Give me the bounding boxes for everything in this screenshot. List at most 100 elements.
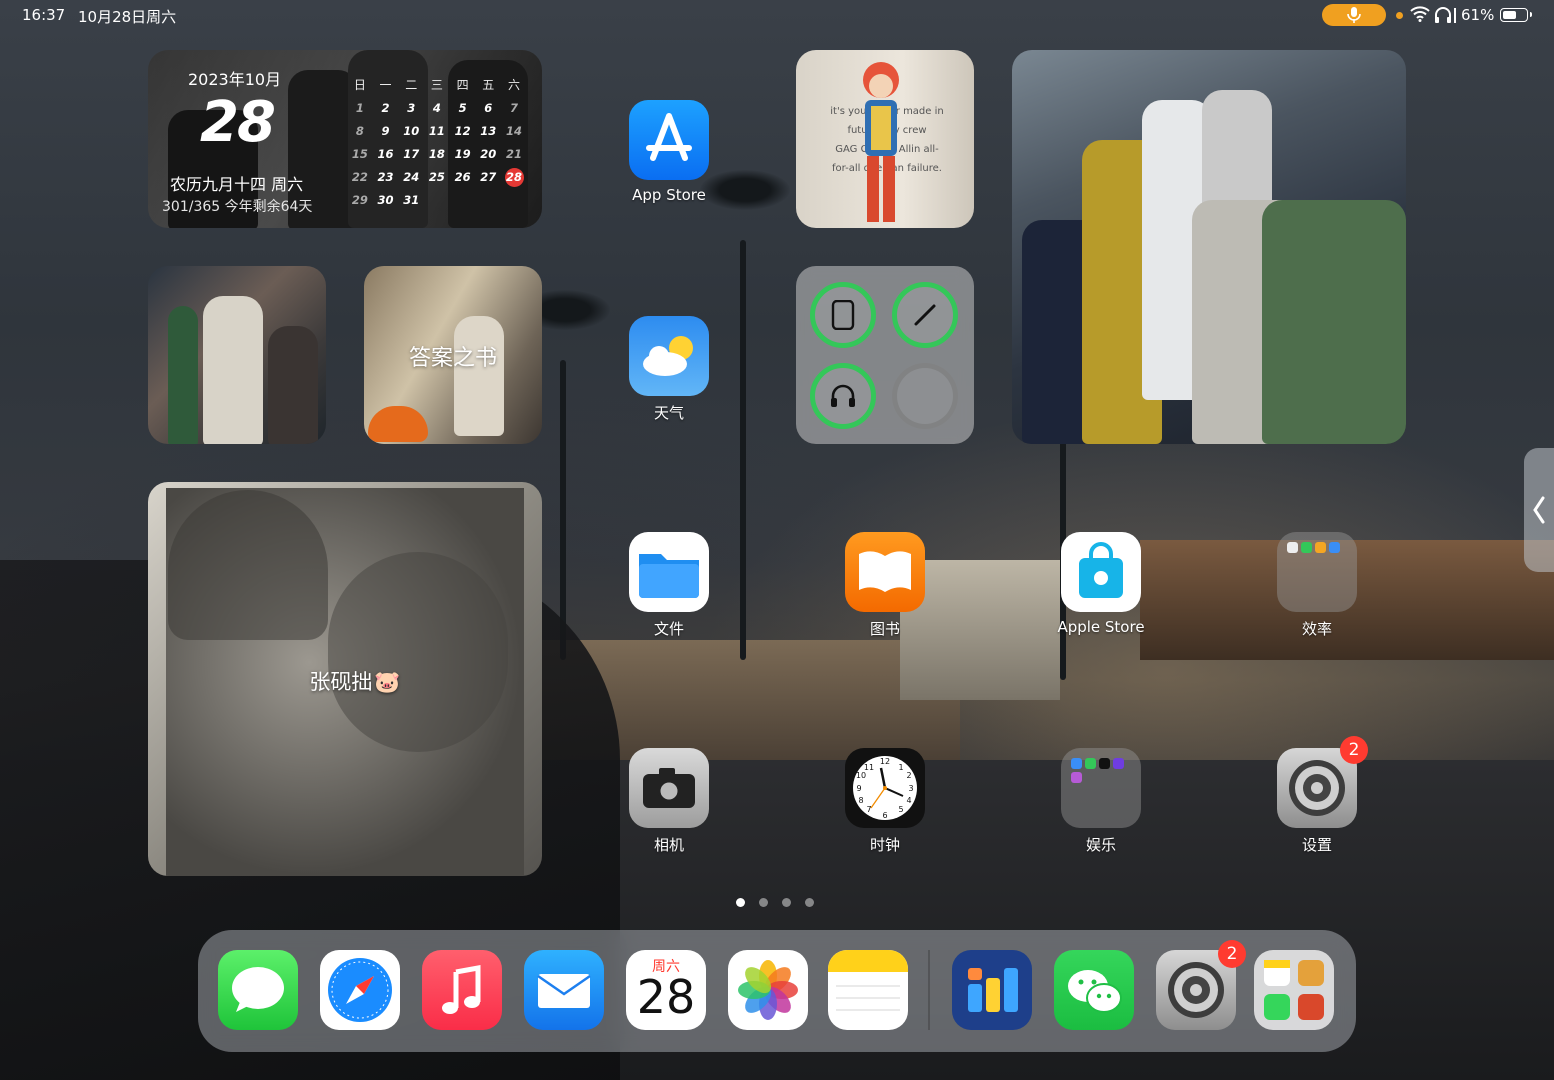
calendar-date: 12 [454,124,471,138]
mail-app[interactable] [524,950,604,1030]
app-label: App Store [632,186,706,204]
status-time: 16:37 [22,6,66,24]
calendar-week: 15 16 17 18 19 20 21 [347,143,527,166]
app-label: 时钟 [869,836,900,854]
photo-widget-party[interactable] [148,266,326,444]
calendar-weekday: 三 [430,78,443,92]
files-app[interactable]: 文件 [614,532,724,639]
calendar-date: 22 [351,170,368,184]
answer-book-widget[interactable]: 答案之书 [364,266,542,444]
calendar-date: 19 [454,147,471,161]
calendar-date: 14 [505,124,522,138]
ipad-battery-ring [810,282,876,348]
recent-apps-group[interactable] [1254,950,1334,1030]
bar-widgets-icon [968,968,1018,1012]
clock-app[interactable]: 12 1 2 3 4 5 6 7 8 9 10 11 时钟 [830,748,940,855]
message-bubble-icon [232,967,284,1012]
photos-flower-icon [738,960,798,1020]
page-dot[interactable] [736,898,745,907]
photo-widget-crowd[interactable] [1012,50,1406,444]
folder-icon [1277,532,1357,612]
calendar-date: 8 [355,124,364,138]
app-label: 设置 [1301,836,1332,854]
app-label: 图书 [869,620,900,638]
notepad-icon [828,950,908,1011]
weather-app[interactable]: 天气 [614,316,724,423]
calendar-date: 9 [381,124,390,138]
book-icon [845,532,925,612]
page-indicator[interactable] [736,898,814,907]
weather-icon [629,316,709,396]
page-dot[interactable] [759,898,768,907]
calendar-date: 4 [432,101,441,115]
side-panel-handle[interactable] [1524,448,1554,572]
battery-icon [1500,8,1532,22]
productivity-folder[interactable]: 效率 [1262,532,1372,639]
calendar-date: 13 [480,124,497,138]
widget-app[interactable] [952,950,1032,1030]
svg-text:5: 5 [898,805,903,814]
compass-icon [328,958,392,1022]
calendar-date: 7 [509,101,518,115]
app-store-app[interactable]: App Store [614,100,724,204]
calendar-weekday: 二 [405,78,418,92]
calendar-date: 20 [480,147,497,161]
calendar-date: 1 [355,101,364,115]
empty-battery-ring [892,363,958,429]
page-dot[interactable] [782,898,791,907]
calendar-widget[interactable]: 2023年10月 28 农历九月十四 周六 301/365 今年剩余64天 日 … [148,50,542,228]
dock-settings-app[interactable]: 2 [1156,940,1246,1030]
wechat-app[interactable] [1054,950,1134,1030]
safari-app[interactable] [320,950,400,1030]
apple-store-app[interactable]: Apple Store [1046,532,1156,636]
calendar-date: 10 [403,124,420,138]
calendar-date: 3 [407,101,416,115]
anime-character-figure [863,62,899,222]
calendar-date: 6 [484,101,493,115]
microphone-icon [1347,7,1361,23]
batteries-widget[interactable] [796,266,974,444]
books-app[interactable]: 图书 [830,532,940,639]
calendar-week: 1 2 3 4 5 6 7 [347,97,527,120]
calendar-lunar-date: 农历九月十四 周六 [170,175,304,194]
shopping-bag-icon [1061,532,1141,612]
calendar-date: 11 [428,124,445,138]
notification-badge: 2 [1218,940,1246,968]
headphones-icon [1435,7,1456,23]
calendar-date: 27 [480,170,497,184]
battery-percentage: 61% [1461,6,1495,24]
status-date: 10月28日周六 [78,8,177,26]
chevron-left-icon [1533,496,1545,524]
calendar-date-today: 28 [501,166,527,189]
folder-icon [629,532,709,612]
notes-app[interactable] [828,950,908,1030]
calendar-week: 8 9 10 11 12 13 14 [347,120,527,143]
wallpaper-palm [560,360,566,660]
calendar-date: 30 [377,193,394,207]
calendar-date: 2 [381,101,390,115]
calendar-weekday: 一 [379,78,392,92]
svg-text:12: 12 [880,757,890,766]
calendar-app[interactable]: 周六 28 [626,950,706,1030]
microphone-in-use-indicator[interactable] [1322,4,1386,26]
camera-app[interactable]: 相机 [614,748,724,855]
chair-graphic [368,406,428,442]
app-label: 文件 [653,620,684,638]
messages-app[interactable] [218,950,298,1030]
wifi-icon [1410,6,1430,22]
svg-text:4: 4 [906,796,911,805]
calendar-date: 26 [454,170,471,184]
calendar-date: 23 [377,170,394,184]
pencil-battery-ring [892,282,958,348]
svg-text:1: 1 [898,763,903,772]
svg-text:11: 11 [864,763,874,772]
settings-app[interactable]: 设置 2 [1262,736,1372,855]
entertainment-folder[interactable]: 娱乐 [1046,748,1156,855]
app-label: 效率 [1301,620,1332,638]
music-app[interactable] [422,950,502,1030]
page-dot[interactable] [805,898,814,907]
photos-app[interactable] [728,950,808,1030]
polaroid-photo-widget[interactable]: 张砚拙🐷 [148,482,542,876]
calendar-date: 24 [403,170,420,184]
photo-widget-anime[interactable]: it's your b per made in future, my crew … [796,50,974,228]
